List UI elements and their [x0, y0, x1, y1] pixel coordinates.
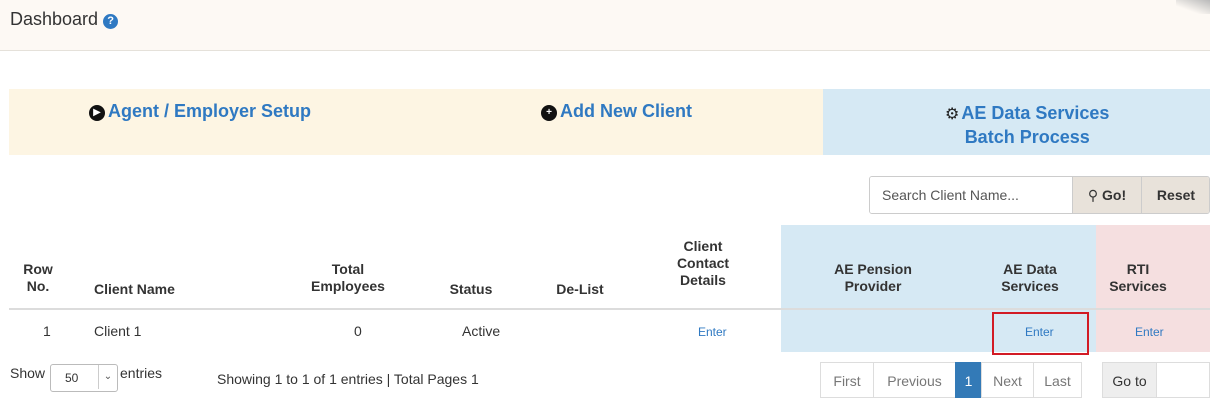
- action-bar: ▶ Agent / Employer Setup + Add New Client …: [9, 89, 1210, 155]
- contact-enter-link[interactable]: Enter: [698, 325, 727, 339]
- gears-icon: ⚙: [945, 106, 960, 123]
- page-next-button[interactable]: Next: [981, 362, 1034, 398]
- goto-page-input[interactable]: [1157, 362, 1210, 398]
- ae-data-services-panel: ⚙ AE Data Services Batch Process: [823, 89, 1210, 155]
- header-shadow: [1176, 0, 1210, 14]
- table-info: Showing 1 to 1 of 1 entries | Total Page…: [217, 371, 479, 387]
- highlight-box: [992, 312, 1089, 355]
- add-new-client-link[interactable]: + Add New Client: [541, 101, 692, 122]
- reset-button[interactable]: Reset: [1141, 177, 1209, 213]
- circle-play-icon: ▶: [89, 105, 105, 121]
- th-ae-pension[interactable]: AE Pension Provider: [808, 261, 938, 295]
- chevron-down-icon: ⌄: [98, 365, 117, 389]
- cell-status: Active: [462, 323, 501, 339]
- page-last-button[interactable]: Last: [1033, 362, 1082, 398]
- th-rti[interactable]: RTI Services: [1073, 261, 1203, 295]
- page-header: Dashboard?: [0, 0, 1210, 51]
- th-delist[interactable]: De-List: [515, 281, 645, 298]
- entries-select[interactable]: 50 ⌄: [50, 364, 118, 392]
- entries-label: entries: [120, 365, 163, 381]
- header-divider: [9, 308, 1210, 310]
- agent-employer-setup-link[interactable]: ▶ Agent / Employer Setup: [89, 101, 311, 122]
- cell-client-name: Client 1: [94, 323, 142, 339]
- goto-button[interactable]: Go to: [1102, 362, 1157, 398]
- page-title: Dashboard?: [10, 9, 119, 30]
- rti-enter-link[interactable]: Enter: [1135, 325, 1164, 339]
- page-previous-button[interactable]: Previous: [873, 362, 956, 398]
- show-label: Show: [10, 365, 46, 381]
- search-group: ⚲ Go! Reset: [869, 176, 1210, 214]
- th-total-employees[interactable]: Total Employees: [283, 261, 413, 295]
- page-1-button[interactable]: 1: [955, 362, 982, 398]
- question-circle-icon[interactable]: ?: [103, 14, 119, 29]
- th-client-contact[interactable]: Client Contact Details: [638, 238, 768, 289]
- cell-total-employees: 0: [354, 323, 362, 339]
- go-button[interactable]: ⚲ Go!: [1072, 177, 1141, 213]
- cell-row-no: 1: [43, 323, 51, 339]
- add-new-client-panel: + Add New Client: [471, 89, 823, 155]
- entries-select-value: 50: [65, 371, 79, 385]
- ae-data-services-batch-link[interactable]: ⚙ AE Data Services Batch Process: [945, 102, 1109, 148]
- th-client-name[interactable]: Client Name: [94, 281, 224, 298]
- circle-plus-icon: +: [541, 105, 557, 121]
- search-icon: ⚲: [1087, 187, 1099, 203]
- th-row-no[interactable]: Row No.: [0, 261, 103, 295]
- search-input[interactable]: [870, 177, 1084, 213]
- agent-employer-setup-panel: ▶ Agent / Employer Setup: [9, 89, 471, 155]
- page-first-button[interactable]: First: [820, 362, 874, 398]
